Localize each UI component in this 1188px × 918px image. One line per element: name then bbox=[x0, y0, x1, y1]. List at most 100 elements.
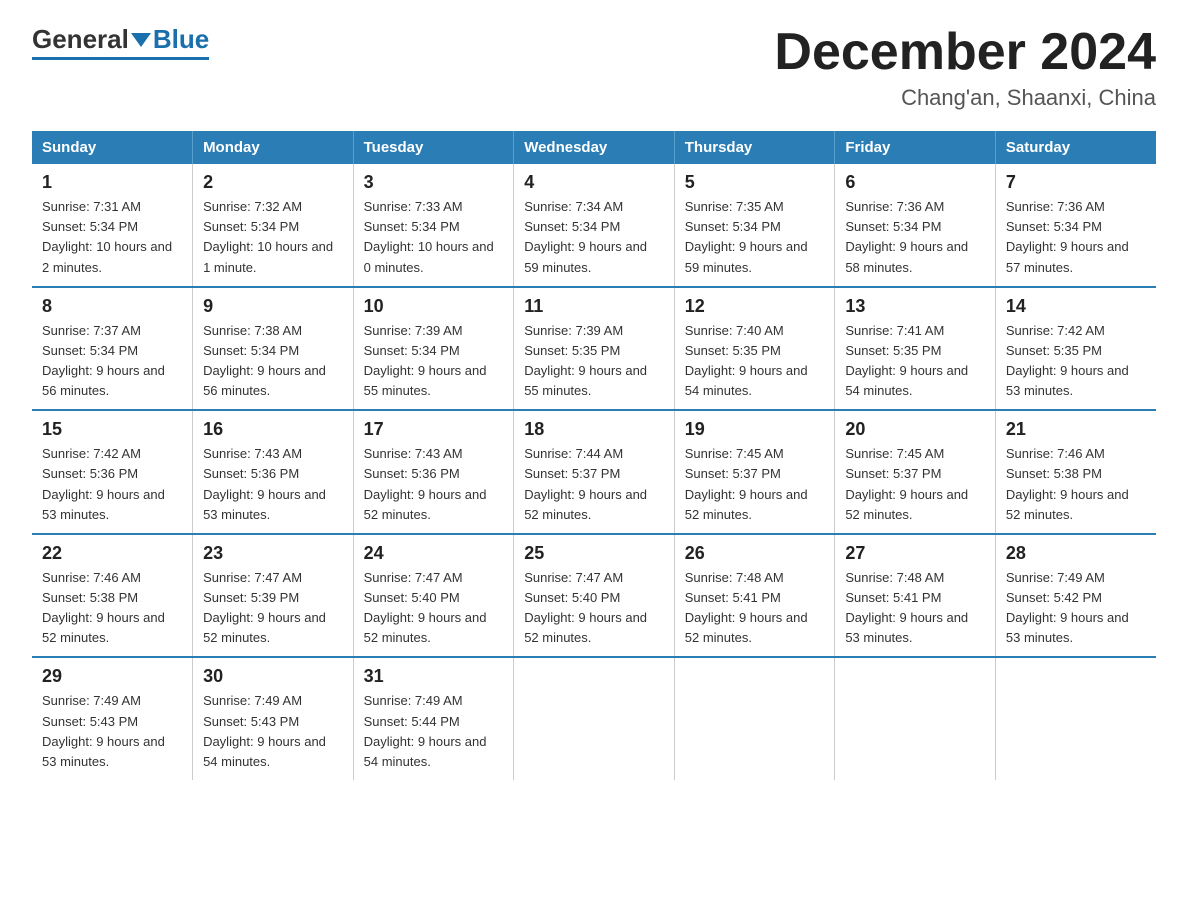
header-sunday: Sunday bbox=[32, 131, 193, 164]
calendar-cell: 12Sunrise: 7:40 AMSunset: 5:35 PMDayligh… bbox=[674, 287, 835, 411]
day-info: Sunrise: 7:49 AMSunset: 5:42 PMDaylight:… bbox=[1006, 568, 1146, 649]
day-number: 22 bbox=[42, 543, 182, 564]
day-number: 26 bbox=[685, 543, 825, 564]
day-number: 13 bbox=[845, 296, 985, 317]
calendar-cell: 11 Sunrise: 7:39 AMSunset: 5:35 PMDayligh… bbox=[514, 287, 675, 411]
calendar-cell: 21 Sunrise: 7:46 AMSunset: 5:38 PMDayligh… bbox=[995, 410, 1156, 534]
calendar-cell: 1Sunrise: 7:31 AMSunset: 5:34 PMDaylight… bbox=[32, 164, 193, 287]
calendar-cell: 8Sunrise: 7:37 AMSunset: 5:34 PMDaylight… bbox=[32, 287, 193, 411]
day-info: Sunrise: 7:47 AMSunset: 5:39 PMDaylight:… bbox=[203, 568, 343, 649]
calendar-week-row: 8Sunrise: 7:37 AMSunset: 5:34 PMDaylight… bbox=[32, 287, 1156, 411]
day-info: Sunrise: 7:41 AMSunset: 5:35 PMDaylight:… bbox=[845, 321, 985, 402]
calendar-cell: 14 Sunrise: 7:42 AMSunset: 5:35 PMDayligh… bbox=[995, 287, 1156, 411]
calendar-cell: 18Sunrise: 7:44 AMSunset: 5:37 PMDayligh… bbox=[514, 410, 675, 534]
day-info: Sunrise: 7:36 AMSunset: 5:34 PMDaylight:… bbox=[1006, 197, 1146, 278]
calendar-cell: 10 Sunrise: 7:39 AMSunset: 5:34 PMDayligh… bbox=[353, 287, 514, 411]
day-info: Sunrise: 7:47 AMSunset: 5:40 PMDaylight:… bbox=[364, 568, 504, 649]
logo-general-text: General bbox=[32, 24, 129, 55]
day-number: 11 bbox=[524, 296, 664, 317]
day-number: 25 bbox=[524, 543, 664, 564]
calendar-cell: 15 Sunrise: 7:42 AMSunset: 5:36 PMDayligh… bbox=[32, 410, 193, 534]
day-number: 5 bbox=[685, 172, 825, 193]
calendar-cell: 30 Sunrise: 7:49 AMSunset: 5:43 PMDayligh… bbox=[193, 657, 354, 780]
calendar-cell: 3 Sunrise: 7:33 AMSunset: 5:34 PMDaylight… bbox=[353, 164, 514, 287]
day-info: Sunrise: 7:40 AMSunset: 5:35 PMDaylight:… bbox=[685, 321, 825, 402]
day-info: Sunrise: 7:45 AMSunset: 5:37 PMDaylight:… bbox=[685, 444, 825, 525]
day-info: Sunrise: 7:46 AMSunset: 5:38 PMDaylight:… bbox=[42, 568, 182, 649]
day-number: 19 bbox=[685, 419, 825, 440]
day-info: Sunrise: 7:34 AMSunset: 5:34 PMDaylight:… bbox=[524, 197, 664, 278]
day-info: Sunrise: 7:31 AMSunset: 5:34 PMDaylight:… bbox=[42, 197, 182, 278]
page-header: General Blue December 2024 Chang'an, Sha… bbox=[32, 24, 1156, 111]
logo-line2: Blue bbox=[153, 24, 209, 55]
day-number: 20 bbox=[845, 419, 985, 440]
day-info: Sunrise: 7:46 AMSunset: 5:38 PMDaylight:… bbox=[1006, 444, 1146, 525]
day-info: Sunrise: 7:39 AMSunset: 5:34 PMDaylight:… bbox=[364, 321, 504, 402]
day-number: 21 bbox=[1006, 419, 1146, 440]
location-subtitle: Chang'an, Shaanxi, China bbox=[774, 85, 1156, 111]
day-number: 30 bbox=[203, 666, 343, 687]
day-info: Sunrise: 7:48 AMSunset: 5:41 PMDaylight:… bbox=[685, 568, 825, 649]
day-number: 23 bbox=[203, 543, 343, 564]
header-friday: Friday bbox=[835, 131, 996, 164]
day-number: 8 bbox=[42, 296, 182, 317]
calendar-cell: 7Sunrise: 7:36 AMSunset: 5:34 PMDaylight… bbox=[995, 164, 1156, 287]
day-number: 9 bbox=[203, 296, 343, 317]
calendar-week-row: 22 Sunrise: 7:46 AMSunset: 5:38 PMDayligh… bbox=[32, 534, 1156, 658]
logo-arrow-icon bbox=[131, 33, 151, 47]
day-info: Sunrise: 7:35 AMSunset: 5:34 PMDaylight:… bbox=[685, 197, 825, 278]
day-number: 10 bbox=[364, 296, 504, 317]
day-info: Sunrise: 7:47 AMSunset: 5:40 PMDaylight:… bbox=[524, 568, 664, 649]
day-info: Sunrise: 7:32 AMSunset: 5:34 PMDaylight:… bbox=[203, 197, 343, 278]
day-number: 14 bbox=[1006, 296, 1146, 317]
calendar-cell: 27Sunrise: 7:48 AMSunset: 5:41 PMDayligh… bbox=[835, 534, 996, 658]
day-number: 6 bbox=[845, 172, 985, 193]
calendar-cell: 19 Sunrise: 7:45 AMSunset: 5:37 PMDayligh… bbox=[674, 410, 835, 534]
calendar-cell: 25 Sunrise: 7:47 AMSunset: 5:40 PMDayligh… bbox=[514, 534, 675, 658]
day-number: 31 bbox=[364, 666, 504, 687]
header-wednesday: Wednesday bbox=[514, 131, 675, 164]
day-number: 15 bbox=[42, 419, 182, 440]
day-info: Sunrise: 7:43 AMSunset: 5:36 PMDaylight:… bbox=[203, 444, 343, 525]
calendar-cell bbox=[995, 657, 1156, 780]
month-year-title: December 2024 bbox=[774, 24, 1156, 81]
header-tuesday: Tuesday bbox=[353, 131, 514, 164]
day-info: Sunrise: 7:49 AMSunset: 5:44 PMDaylight:… bbox=[364, 691, 504, 772]
logo-underline bbox=[32, 57, 209, 60]
day-info: Sunrise: 7:49 AMSunset: 5:43 PMDaylight:… bbox=[203, 691, 343, 772]
calendar-cell: 9 Sunrise: 7:38 AMSunset: 5:34 PMDaylight… bbox=[193, 287, 354, 411]
calendar-cell: 24 Sunrise: 7:47 AMSunset: 5:40 PMDayligh… bbox=[353, 534, 514, 658]
calendar-cell: 6 Sunrise: 7:36 AMSunset: 5:34 PMDaylight… bbox=[835, 164, 996, 287]
day-number: 28 bbox=[1006, 543, 1146, 564]
day-number: 27 bbox=[845, 543, 985, 564]
calendar-header-row: SundayMondayTuesdayWednesdayThursdayFrid… bbox=[32, 131, 1156, 164]
day-info: Sunrise: 7:42 AMSunset: 5:35 PMDaylight:… bbox=[1006, 321, 1146, 402]
day-info: Sunrise: 7:39 AMSunset: 5:35 PMDaylight:… bbox=[524, 321, 664, 402]
day-number: 4 bbox=[524, 172, 664, 193]
day-info: Sunrise: 7:38 AMSunset: 5:34 PMDaylight:… bbox=[203, 321, 343, 402]
calendar-cell: 23 Sunrise: 7:47 AMSunset: 5:39 PMDayligh… bbox=[193, 534, 354, 658]
calendar-cell: 13 Sunrise: 7:41 AMSunset: 5:35 PMDayligh… bbox=[835, 287, 996, 411]
header-thursday: Thursday bbox=[674, 131, 835, 164]
day-info: Sunrise: 7:36 AMSunset: 5:34 PMDaylight:… bbox=[845, 197, 985, 278]
day-info: Sunrise: 7:33 AMSunset: 5:34 PMDaylight:… bbox=[364, 197, 504, 278]
calendar-cell: 16 Sunrise: 7:43 AMSunset: 5:36 PMDayligh… bbox=[193, 410, 354, 534]
day-number: 16 bbox=[203, 419, 343, 440]
calendar-week-row: 29 Sunrise: 7:49 AMSunset: 5:43 PMDayligh… bbox=[32, 657, 1156, 780]
day-number: 29 bbox=[42, 666, 182, 687]
calendar-table: SundayMondayTuesdayWednesdayThursdayFrid… bbox=[32, 131, 1156, 780]
day-info: Sunrise: 7:49 AMSunset: 5:43 PMDaylight:… bbox=[42, 691, 182, 772]
logo-blue-text: Blue bbox=[153, 24, 209, 55]
day-number: 2 bbox=[203, 172, 343, 193]
calendar-cell: 28 Sunrise: 7:49 AMSunset: 5:42 PMDayligh… bbox=[995, 534, 1156, 658]
calendar-cell: 2 Sunrise: 7:32 AMSunset: 5:34 PMDaylight… bbox=[193, 164, 354, 287]
day-number: 24 bbox=[364, 543, 504, 564]
day-number: 17 bbox=[364, 419, 504, 440]
calendar-cell bbox=[674, 657, 835, 780]
calendar-cell: 20Sunrise: 7:45 AMSunset: 5:37 PMDayligh… bbox=[835, 410, 996, 534]
calendar-cell bbox=[514, 657, 675, 780]
day-info: Sunrise: 7:42 AMSunset: 5:36 PMDaylight:… bbox=[42, 444, 182, 525]
day-number: 3 bbox=[364, 172, 504, 193]
day-info: Sunrise: 7:43 AMSunset: 5:36 PMDaylight:… bbox=[364, 444, 504, 525]
calendar-cell: 26 Sunrise: 7:48 AMSunset: 5:41 PMDayligh… bbox=[674, 534, 835, 658]
